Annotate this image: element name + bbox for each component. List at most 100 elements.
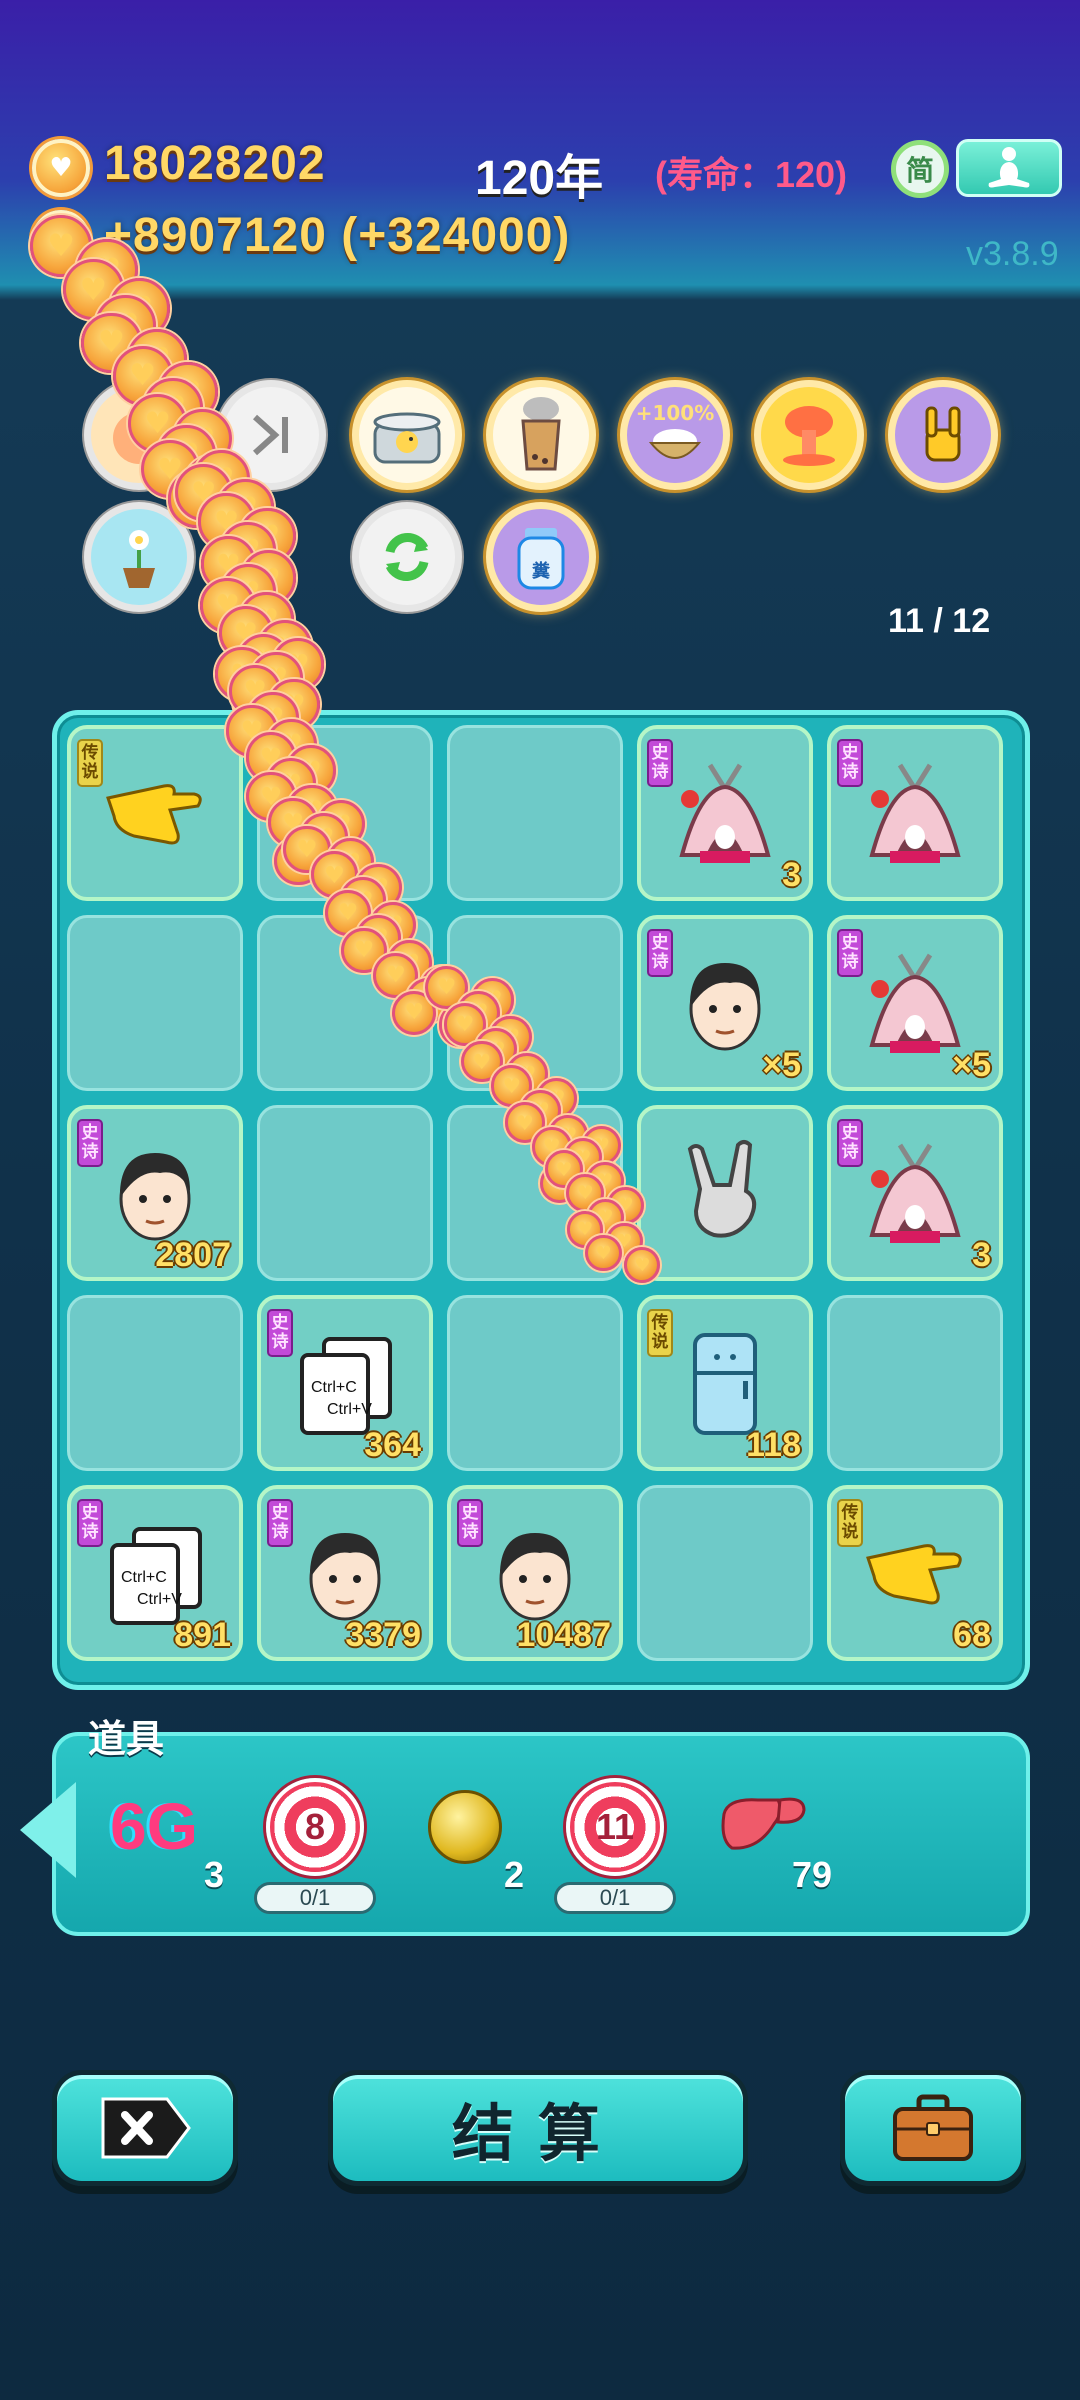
rarity-tag: 史诗 (77, 1499, 103, 1547)
buff-skip[interactable] (216, 380, 326, 490)
heart-coin-icon: ♥ (271, 638, 325, 691)
board-cell-rock-hand[interactable] (637, 1105, 813, 1281)
heart-coin-icon: ♥ (239, 592, 295, 647)
board-cell-empty[interactable] (447, 915, 623, 1091)
paste-text: Ctrl+V (327, 1401, 372, 1418)
heart-coin-icon: ♥ (81, 312, 142, 374)
meditate-button[interactable] (956, 139, 1062, 197)
board-cell-rabbit-tent[interactable]: 史诗 ×5 (827, 915, 1003, 1091)
settle-label: 结算 (451, 2097, 624, 2170)
buff-rice-boost[interactable]: +100% (620, 380, 730, 490)
skip-icon (252, 414, 288, 456)
heart-coin-icon: ♥ (200, 578, 255, 634)
item-count: 364 (364, 1426, 421, 1464)
board-cell-empty[interactable] (827, 1295, 1003, 1471)
board-cell-face[interactable]: 史诗 2807 (67, 1105, 243, 1281)
year-counter: 120年 (475, 152, 604, 205)
gold-ball-icon[interactable] (428, 1790, 502, 1864)
item-count: 68 (953, 1616, 991, 1654)
board-cell-rabbit-tent[interactable]: 史诗 (827, 725, 1003, 901)
board-cell-face[interactable]: 史诗 10487 (447, 1485, 623, 1661)
item-6g[interactable]: 6G (110, 1788, 198, 1864)
briefcase-icon (893, 2094, 973, 2161)
rock-sign-icon (925, 406, 961, 462)
item-count: 10487 (516, 1616, 611, 1654)
rabbit-tent-icon (860, 759, 970, 873)
heart-coin-icon: ♥ (210, 484, 269, 543)
rarity-tag: 史诗 (267, 1499, 293, 1547)
language-toggle-button[interactable]: 简 (891, 140, 949, 198)
board-cell-fridge[interactable]: 传说 118 (637, 1295, 813, 1471)
item-target-8[interactable]: 8 (266, 1778, 364, 1876)
rarity-tag: 传说 (837, 1499, 863, 1547)
rice-bowl-icon (648, 429, 702, 459)
board-cell-empty[interactable] (637, 1485, 813, 1661)
gold-ball-count: 2 (504, 1854, 525, 1895)
rarity-tag: 史诗 (837, 929, 863, 977)
buff-rock-hand[interactable] (888, 380, 998, 490)
rabbit-tent-icon (860, 1139, 970, 1253)
settle-button[interactable]: 结算 (328, 2070, 748, 2186)
board-cell-face[interactable]: 史诗 3379 (257, 1485, 433, 1661)
board-cell-empty[interactable] (67, 915, 243, 1091)
board-cell-copy-paste[interactable]: Ctrl+C Ctrl+V 史诗 364 (257, 1295, 433, 1471)
board-cell-pointing-hand[interactable]: 传说 68 (827, 1485, 1003, 1661)
coin-income: +8907120 (+324000) (104, 209, 571, 262)
heart-coin-icon: ♥ (220, 564, 276, 620)
coin-icon: ♥ (32, 139, 90, 197)
buff-slot-count: 11 / 12 (888, 602, 991, 640)
board-cell-empty[interactable] (447, 725, 623, 901)
item-target-11-progress: 0/1 (554, 1882, 676, 1914)
board-cell-empty[interactable] (447, 1295, 623, 1471)
buff-jar[interactable]: 糞 (486, 502, 596, 612)
item-count: 118 (746, 1426, 801, 1464)
duck-pot-icon (373, 412, 441, 464)
scroll-left-arrow-icon[interactable] (20, 1782, 76, 1878)
rarity-tag: 史诗 (837, 739, 863, 787)
buff-peach[interactable] (84, 380, 194, 490)
rarity-tag: 史诗 (267, 1309, 293, 1357)
liver-icon[interactable] (718, 1794, 810, 1856)
board-cell-face[interactable]: 史诗 ×5 (637, 915, 813, 1091)
rarity-tag: 史诗 (77, 1119, 103, 1167)
board-cell-empty[interactable] (257, 915, 433, 1091)
buff-explosion[interactable] (754, 380, 864, 490)
coin-total: 18028202 (104, 137, 326, 190)
copy-paste-label: Ctrl+C Ctrl+V (121, 1567, 182, 1611)
board-cell-empty[interactable] (447, 1105, 623, 1281)
buff-tea[interactable] (486, 380, 596, 490)
board-cell-rabbit-tent[interactable]: 史诗 3 (827, 1105, 1003, 1281)
item-count: 3 (972, 1236, 991, 1274)
heart-coin-icon: ♥ (220, 522, 276, 578)
buff-refresh[interactable] (352, 502, 462, 612)
buff-flower[interactable] (84, 502, 194, 612)
copy-text: Ctrl+C (121, 1569, 167, 1586)
heart-coin-icon: ♥ (254, 661, 308, 715)
heart-coin-icon: ♥ (95, 295, 156, 357)
board-cell-rabbit-tent[interactable]: 史诗 3 (637, 725, 813, 901)
item-target-11[interactable]: 11 (566, 1778, 664, 1876)
delete-icon (101, 2097, 191, 2159)
income-coin-icon: ♥ (32, 210, 90, 268)
board-cell-pointing-hand[interactable]: 传说 (67, 725, 243, 901)
rarity-tag: 史诗 (647, 929, 673, 977)
rarity-tag: 史诗 (837, 1119, 863, 1167)
items-title: 道具 (88, 1717, 165, 1761)
rock-hand-icon (670, 1139, 780, 1253)
buff-duck-pot[interactable] (352, 380, 462, 490)
item-count: 3379 (345, 1616, 421, 1654)
board-cell-empty[interactable] (67, 1295, 243, 1471)
item-count: ×5 (762, 1046, 801, 1084)
copy-paste-label: Ctrl+C Ctrl+V (311, 1377, 372, 1421)
inventory-button[interactable] (840, 2070, 1026, 2186)
rabbit-tent-icon (670, 759, 780, 873)
board-cell-empty[interactable] (257, 1105, 433, 1281)
rarity-tag: 传说 (647, 1309, 673, 1357)
cancel-button[interactable] (52, 2070, 238, 2186)
board-cell-copy-paste[interactable]: Ctrl+C Ctrl+V 史诗 891 (67, 1485, 243, 1661)
heart-coin-icon: ♥ (250, 651, 303, 705)
boost-percent-label: +100% (635, 401, 715, 425)
refresh-icon (385, 533, 429, 581)
pointing-hand-icon (860, 1524, 970, 1628)
board-cell-empty[interactable] (257, 725, 433, 901)
